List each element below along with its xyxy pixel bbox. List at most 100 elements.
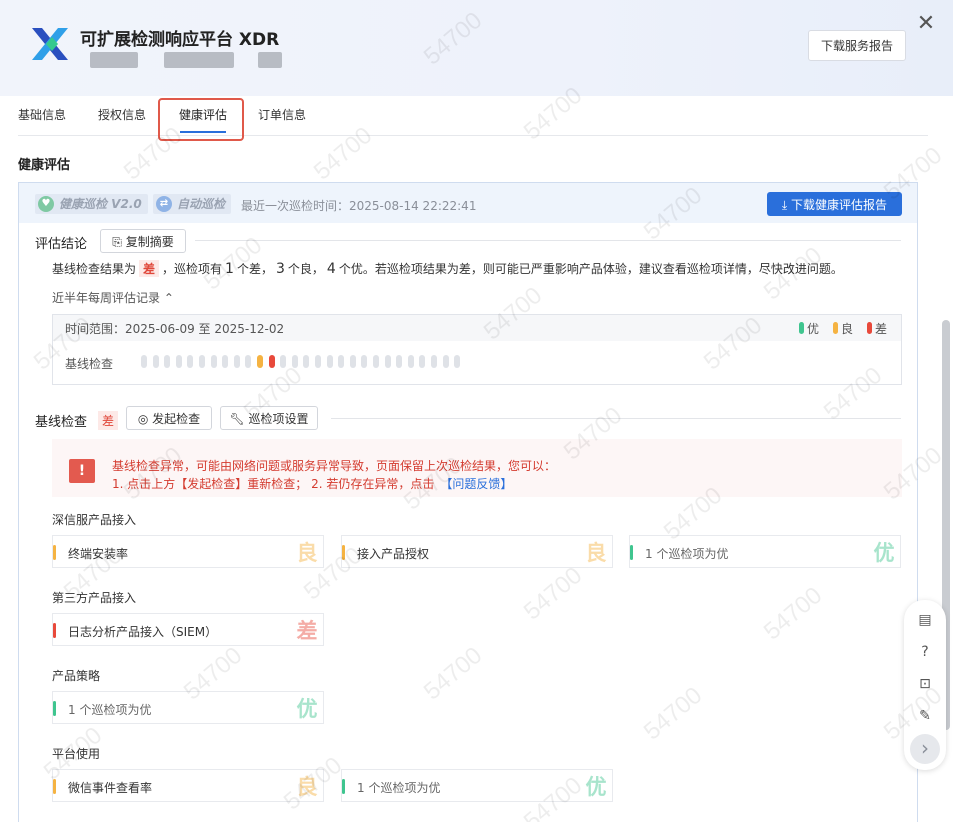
start-check-button[interactable]: ◎ 发起检查 <box>126 406 212 430</box>
inspection-card[interactable]: 1 个巡检项为优 优 <box>341 769 613 802</box>
history-week-dot[interactable] <box>373 355 379 368</box>
inspection-item-label: 接入产品授权 <box>357 547 430 561</box>
inspection-card[interactable]: 日志分析产品接入（SIEM） 差 <box>52 613 324 646</box>
last-patrol-time: 最近一次巡检时间：2025-08-14 22:22:41 <box>241 199 477 213</box>
history-week-dot[interactable] <box>175 355 182 368</box>
history-week-dot[interactable] <box>361 355 368 368</box>
grade-mark: 优 <box>873 541 895 565</box>
chevron-right-icon[interactable]: › <box>910 734 940 764</box>
close-icon[interactable]: ✕ <box>914 12 938 36</box>
group-title: 产品策略 <box>52 669 101 683</box>
history-week-dot[interactable] <box>407 355 414 368</box>
level-bar <box>53 623 56 638</box>
history-week-dot[interactable] <box>315 355 321 368</box>
panel-header: ♥ 健康巡检 V2.0 ⇄ 自动巡检 最近一次巡检时间：2025-08-14 2… <box>19 183 917 223</box>
target-icon: ◎ <box>137 411 153 426</box>
alert-message: 基线检查异常，可能由网络问题或服务异常导致，页面保留上次巡检结果，您可以： <box>112 459 557 473</box>
history-week-dot[interactable] <box>141 355 147 368</box>
inspection-card[interactable]: 接入产品授权 良 <box>341 535 613 568</box>
history-week-dot[interactable] <box>280 355 287 368</box>
alert-icon: ! <box>69 459 95 483</box>
inspection-item-label: 1 个巡检项为优 <box>68 703 152 717</box>
history-week-dot[interactable] <box>187 355 194 368</box>
grade-mark: 优 <box>296 697 318 721</box>
copy-icon: ⎘ <box>112 234 126 249</box>
masked-info <box>90 52 138 68</box>
history-week-dot[interactable] <box>396 355 403 368</box>
grade-mark: 良 <box>585 541 607 565</box>
group-title: 平台使用 <box>52 747 101 761</box>
auto-icon: ⇄ <box>156 196 172 212</box>
history-week-dot[interactable] <box>442 355 449 368</box>
history-week-dot[interactable] <box>338 355 345 368</box>
group-title: 第三方产品接入 <box>52 591 137 605</box>
history-week-dot[interactable] <box>245 355 252 368</box>
history-week-dot[interactable] <box>222 355 229 368</box>
baseline-alert: ! 基线检查异常，可能由网络问题或服务异常导致，页面保留上次巡检结果，您可以： … <box>52 439 902 497</box>
history-week-dot[interactable] <box>291 355 298 368</box>
inspection-card[interactable]: 终端安装率 良 <box>52 535 324 568</box>
level-bar <box>630 545 633 560</box>
auto-patrol-badge: ⇄ 自动巡检 <box>153 194 232 214</box>
doc-icon[interactable]: ▤ <box>915 610 935 630</box>
legend-excellent: 优 <box>799 320 819 337</box>
inspection-card[interactable]: 1 个巡检项为优 优 <box>629 535 901 568</box>
inspection-card[interactable]: 1 个巡检项为优 优 <box>52 691 324 724</box>
help-icon[interactable]: ? <box>915 642 935 662</box>
tab-basic-info[interactable]: 基础信息 <box>18 96 66 136</box>
baseline-title: 基线检查 <box>35 415 88 430</box>
group-title: 深信服产品接入 <box>52 513 137 527</box>
history-row-label: 基线检查 <box>65 357 114 371</box>
grade-mark: 优 <box>585 775 607 799</box>
feedback-link[interactable]: 【问题反馈】 <box>440 477 512 491</box>
history-week-dot[interactable] <box>384 355 391 368</box>
alert-steps: 1. 点击上方【发起检查】重新检查； 2. 若仍存在异常，点击 【问题反馈】 <box>112 477 513 491</box>
history-week-dot[interactable] <box>257 355 263 368</box>
xdr-logo <box>32 28 68 60</box>
history-range: 时间范围：2025-06-09 至 2025-12-02 <box>65 322 285 336</box>
inspection-item-label: 1 个巡检项为优 <box>357 781 441 795</box>
history-week-dot[interactable] <box>419 355 426 368</box>
inspection-item-label: 1 个巡检项为优 <box>645 547 729 561</box>
masked-info <box>258 52 282 68</box>
edit-icon[interactable]: ✎ <box>915 706 935 726</box>
history-range-bar: 时间范围：2025-06-09 至 2025-12-02 优 良 差 <box>53 315 901 341</box>
copy-summary-button[interactable]: ⎘ 复制摘要 <box>100 229 186 253</box>
result-badge: 差 <box>139 260 160 277</box>
inspection-item-label: 日志分析产品接入（SIEM） <box>68 625 218 639</box>
inspection-item-label: 微信事件查看率 <box>68 781 153 795</box>
history-week-dot[interactable] <box>199 355 205 368</box>
history-week-dot[interactable] <box>152 355 159 368</box>
history-chart: 时间范围：2025-06-09 至 2025-12-02 优 良 差 基线检查 <box>52 314 902 385</box>
header: 可扩展检测响应平台 XDR 下载服务报告 ✕ <box>0 0 953 96</box>
inspection-card[interactable]: 微信事件查看率 良 <box>52 769 324 802</box>
lock-icon[interactable]: ⊡ <box>915 674 935 694</box>
conclusion-summary: 基线检查结果为差，巡检项有 1 个差， 3 个良， 4 个优。若巡检项结果为差，则可能已严重… <box>52 260 843 277</box>
masked-info <box>164 52 234 68</box>
download-service-report-button[interactable]: 下载服务报告 <box>808 30 906 61</box>
tab-license-info[interactable]: 授权信息 <box>98 96 146 136</box>
history-week-dot[interactable] <box>233 355 240 368</box>
history-week-dot[interactable] <box>268 355 275 368</box>
level-bar <box>53 701 56 716</box>
history-week-dot[interactable] <box>349 355 356 368</box>
level-bar <box>53 545 56 560</box>
legend-bad: 差 <box>867 320 887 337</box>
history-week-dot[interactable] <box>210 355 217 368</box>
patrol-settings-button[interactable]: 🔧︎ 巡检项设置 <box>220 406 318 430</box>
history-week-dot[interactable] <box>303 355 310 368</box>
history-toggle[interactable]: 近半年每周评估记录 ⌃ <box>52 289 174 306</box>
grade-mark: 良 <box>296 541 318 565</box>
history-week-dot[interactable] <box>454 355 461 368</box>
health-panel: ♥ 健康巡检 V2.0 ⇄ 自动巡检 最近一次巡检时间：2025-08-14 2… <box>18 182 918 822</box>
tab-order-info[interactable]: 订单信息 <box>258 96 306 136</box>
legend-good: 良 <box>833 320 853 337</box>
divider <box>195 240 901 241</box>
history-week-dot[interactable] <box>164 355 171 368</box>
baseline-result-badge: 差 <box>98 411 119 430</box>
download-health-report-button[interactable]: ⤓ 下载健康评估报告 <box>767 192 902 216</box>
history-week-dot[interactable] <box>326 355 333 368</box>
history-week-dot[interactable] <box>431 355 437 368</box>
divider <box>331 418 901 419</box>
level-bar <box>53 779 56 794</box>
